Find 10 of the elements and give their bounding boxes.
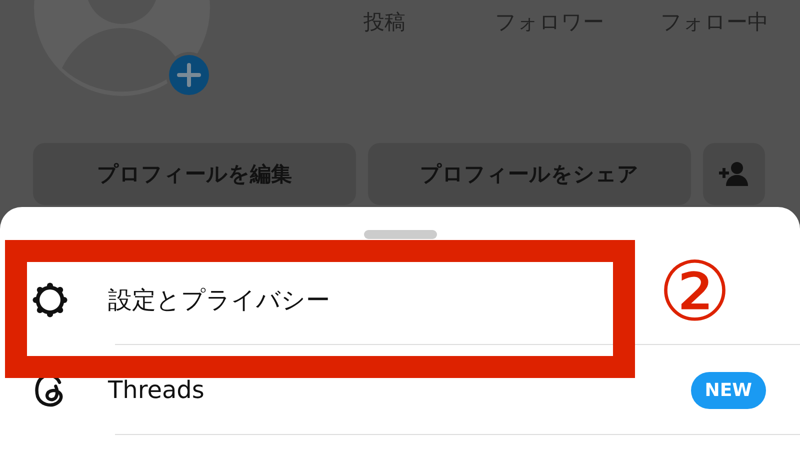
- drag-handle[interactable]: [364, 230, 437, 239]
- step-marker: ②: [658, 252, 732, 334]
- add-person-icon: [718, 161, 750, 187]
- settings-icon: [31, 281, 69, 319]
- menu-label: Threads: [108, 376, 204, 404]
- add-person-button[interactable]: [703, 143, 765, 205]
- menu-label: 設定とプライバシー: [108, 285, 330, 316]
- new-badge: NEW: [690, 372, 766, 408]
- menu-item[interactable]: Threads NEW: [0, 345, 800, 435]
- add-icon[interactable]: [166, 52, 212, 98]
